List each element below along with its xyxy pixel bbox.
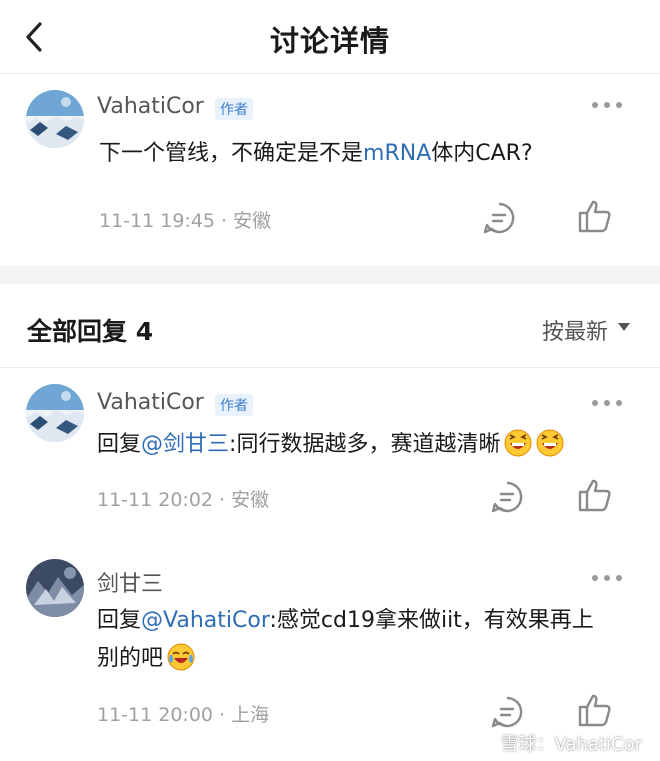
like-thumb-icon[interactable] xyxy=(577,692,613,728)
reply-line-1: 回复@VahatiCor:感觉cd19拿来做iit，有效果再上 xyxy=(97,602,594,640)
laugh-emoji-icon xyxy=(504,429,532,457)
like-thumb-icon[interactable] xyxy=(577,198,613,234)
avatar[interactable] xyxy=(26,384,84,442)
more-dots-icon[interactable] xyxy=(592,575,622,583)
comment-icon[interactable] xyxy=(489,694,525,730)
author-badge: 作者 xyxy=(215,98,253,120)
reply-time: 11-11 20:02 xyxy=(97,489,214,511)
reply-content: 回复@剑甘三:同行数据越多，赛道越清晰 xyxy=(97,426,564,464)
reply-mention[interactable]: @VahatiCor xyxy=(141,608,269,633)
watermark: 雪球：VahatiCor xyxy=(500,734,642,755)
reply-mention[interactable]: @剑甘三 xyxy=(141,432,229,457)
section-separator xyxy=(0,266,660,284)
post-location: 安徽 xyxy=(233,210,272,232)
comment-icon[interactable] xyxy=(481,200,517,236)
reply-time: 11-11 20:00 xyxy=(97,704,214,726)
avatar[interactable] xyxy=(26,559,84,617)
reply-line-2: 别的吧 xyxy=(97,640,594,678)
reply-location: 上海 xyxy=(231,704,270,726)
post-username[interactable]: VahatiCor xyxy=(97,94,204,119)
reply-prefix: 回复 xyxy=(97,432,142,457)
replies-title: 全部回复 4 xyxy=(27,317,154,346)
avatar[interactable] xyxy=(26,90,84,148)
post-meta: 11-11 19:45 · 安徽 xyxy=(99,210,272,232)
top-nav-bar: 讨论详情 xyxy=(0,0,660,74)
reply-text-line-2: 别的吧 xyxy=(97,646,164,671)
post-content: 下一个管线，不确定是不是mRNA体内CAR? xyxy=(99,135,533,173)
like-thumb-icon[interactable] xyxy=(577,477,613,513)
post-link-mrna[interactable]: mRNA xyxy=(363,141,431,166)
reply-location: 安徽 xyxy=(231,489,270,511)
author-badge: 作者 xyxy=(215,394,253,416)
more-dots-icon[interactable] xyxy=(592,102,622,110)
reply-item: 剑甘三 回复@VahatiCor:感觉cd19拿来做iit，有效果再上 别的吧 … xyxy=(0,545,660,761)
reply-content: 回复@VahatiCor:感觉cd19拿来做iit，有效果再上 别的吧 xyxy=(97,602,594,678)
reply-meta: 11-11 20:00 · 上海 xyxy=(97,704,270,726)
comment-icon[interactable] xyxy=(489,479,525,515)
main-post: VahatiCor 作者 下一个管线，不确定是不是mRNA体内CAR? 11-1… xyxy=(0,74,660,266)
cry-laugh-emoji-icon xyxy=(167,643,195,671)
reply-meta: 11-11 20:02 · 安徽 xyxy=(97,489,270,511)
reply-text-line-1: :感觉cd19拿来做iit，有效果再上 xyxy=(269,608,594,633)
reply-username[interactable]: 剑甘三 xyxy=(97,566,163,598)
reply-text: :同行数据越多，赛道越清晰 xyxy=(229,432,501,457)
more-dots-icon[interactable] xyxy=(592,400,622,408)
post-text-after: 体内CAR? xyxy=(431,141,533,166)
reply-username[interactable]: VahatiCor xyxy=(97,390,204,415)
laugh-emoji-icon xyxy=(536,429,564,457)
reply-item: VahatiCor 作者 回复@剑甘三:同行数据越多，赛道越清晰 11-11 2… xyxy=(0,368,660,540)
page-title: 讨论详情 xyxy=(269,24,390,58)
reply-prefix: 回复 xyxy=(97,608,142,633)
chevron-down-icon[interactable] xyxy=(618,323,630,331)
replies-header: 全部回复 4 按最新 xyxy=(0,284,660,368)
sort-dropdown[interactable]: 按最新 xyxy=(542,314,608,346)
post-time: 11-11 19:45 xyxy=(99,210,216,232)
post-text-before: 下一个管线，不确定是不是 xyxy=(99,141,364,166)
